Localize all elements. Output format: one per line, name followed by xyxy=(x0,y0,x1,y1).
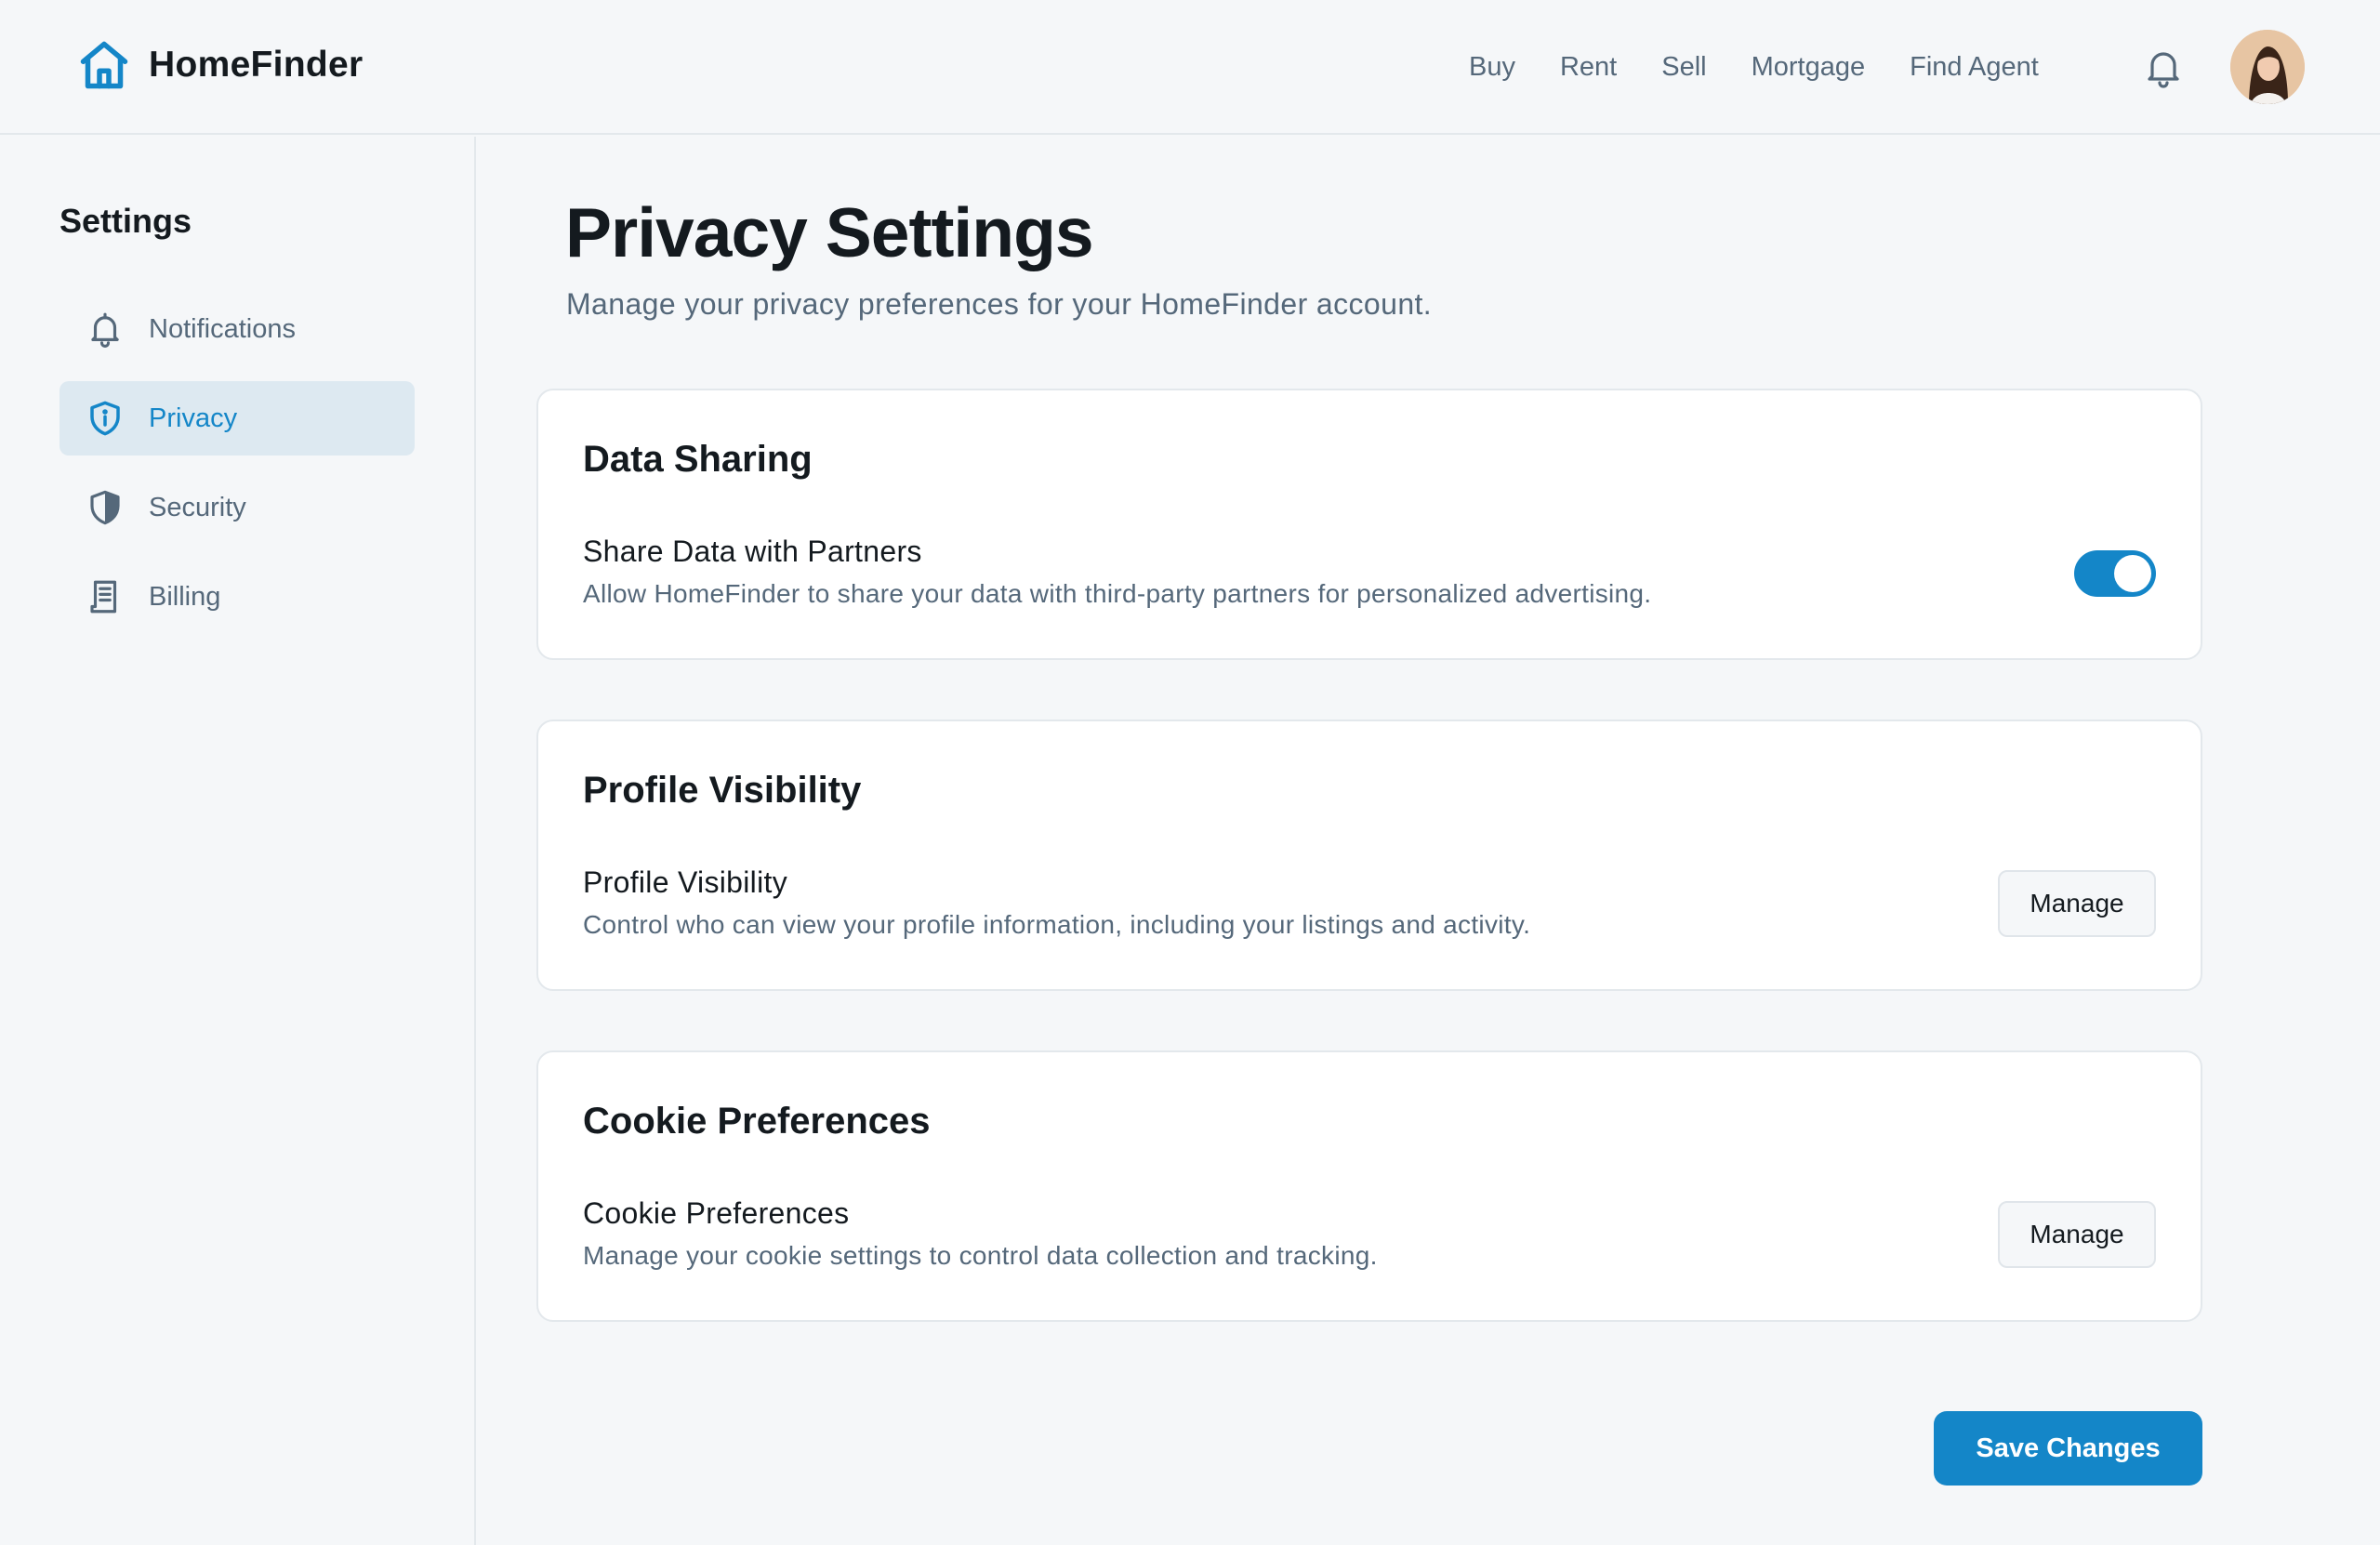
toggle-knob xyxy=(2114,555,2151,592)
sidebar-title: Settings xyxy=(60,202,192,240)
nav-link-mortgage[interactable]: Mortgage xyxy=(1752,48,1866,86)
profile-visibility-manage-button[interactable]: Manage xyxy=(1998,870,2156,937)
card-title: Cookie Preferences xyxy=(583,1101,931,1142)
card-title: Data Sharing xyxy=(583,439,813,480)
privacy-settings-main: Privacy Settings Manage your privacy pre… xyxy=(476,137,2380,1545)
home-icon xyxy=(80,41,128,89)
page-title: Privacy Settings xyxy=(565,193,1094,271)
setting-label: Cookie Preferences xyxy=(583,1196,850,1230)
setting-description: Allow HomeFinder to share your data with… xyxy=(583,579,1652,608)
sidebar-item-notifications[interactable]: Notifications xyxy=(60,292,415,366)
sidebar-item-label: Security xyxy=(149,492,246,522)
shield-icon xyxy=(90,490,120,525)
nav-link-rent[interactable]: Rent xyxy=(1560,48,1617,86)
card-title: Profile Visibility xyxy=(583,770,862,811)
settings-sidebar: Settings Notifications Privacy Security xyxy=(0,137,476,1545)
brand-logo[interactable]: HomeFinder xyxy=(76,37,364,93)
setting-description: Manage your cookie settings to control d… xyxy=(583,1241,1378,1270)
setting-label: Share Data with Partners xyxy=(583,535,922,568)
sidebar-item-privacy[interactable]: Privacy xyxy=(60,381,415,456)
nav-link-sell[interactable]: Sell xyxy=(1661,48,1706,86)
setting-description: Control who can view your profile inform… xyxy=(583,910,1531,939)
bell-icon[interactable] xyxy=(2141,44,2186,90)
cookie-preferences-manage-button[interactable]: Manage xyxy=(1998,1201,2156,1268)
top-navigation-bar: HomeFinder Buy Rent Sell Mortgage Find A… xyxy=(0,0,2380,135)
data-sharing-card: Data Sharing Share Data with Partners Al… xyxy=(536,389,2202,660)
save-changes-button[interactable]: Save Changes xyxy=(1934,1411,2202,1486)
bell-icon xyxy=(91,312,119,348)
sidebar-item-label: Notifications xyxy=(149,313,296,344)
cookie-preferences-card: Cookie Preferences Cookie Preferences Ma… xyxy=(536,1050,2202,1322)
share-data-toggle[interactable] xyxy=(2074,550,2156,597)
receipt-icon xyxy=(90,580,117,614)
brand-name: HomeFinder xyxy=(149,45,364,85)
main-nav: Buy Rent Sell Mortgage Find Agent xyxy=(1469,48,2083,86)
setting-label: Profile Visibility xyxy=(583,865,787,899)
nav-link-find-agent[interactable]: Find Agent xyxy=(1910,48,2039,86)
sidebar-item-billing[interactable]: Billing xyxy=(60,560,415,634)
nav-link-buy[interactable]: Buy xyxy=(1469,48,1515,86)
sidebar-item-label: Billing xyxy=(149,581,221,612)
profile-visibility-card: Profile Visibility Profile Visibility Co… xyxy=(536,720,2202,991)
user-avatar[interactable] xyxy=(2230,30,2305,104)
page-subtitle: Manage your privacy preferences for your… xyxy=(566,287,1433,321)
sidebar-item-security[interactable]: Security xyxy=(60,470,415,545)
shield-info-icon xyxy=(90,401,120,436)
sidebar-item-label: Privacy xyxy=(149,403,238,433)
avatar-portrait xyxy=(2230,30,2305,104)
